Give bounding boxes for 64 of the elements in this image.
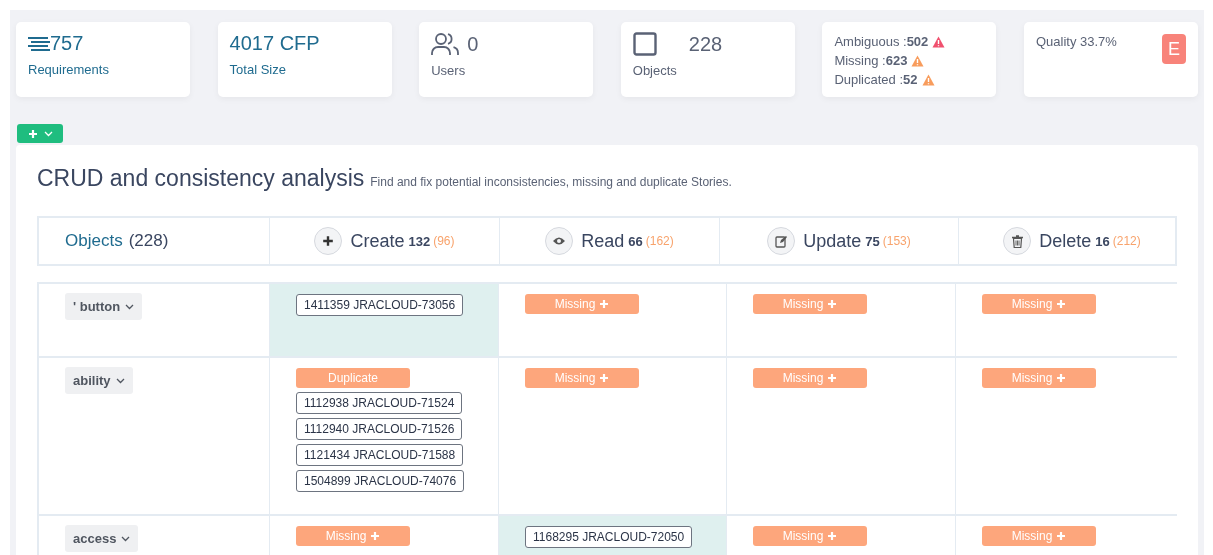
column-count: 66 [628,233,643,249]
edit-icon [767,227,796,255]
chevron-down-icon [121,535,131,542]
warning-icon [911,54,925,67]
object-dropdown[interactable]: access [65,525,139,552]
column-count: 132 [408,233,431,249]
story-tag[interactable]: 1121434 JRACLOUD-71588 [296,444,464,466]
panel-title: CRUD and consistency analysis [37,165,365,192]
plus-icon [827,299,838,309]
plus-icon [827,531,838,541]
plus-icon [1056,531,1067,541]
list-icon [28,35,50,52]
eye-icon [545,227,574,255]
column-count: 16 [1095,233,1110,249]
stat-value: 0 [467,32,479,56]
chevron-down-icon [125,303,135,310]
story-tag[interactable]: 1112938 JRACLOUD-71524 [296,392,463,414]
stat-label: Objects [632,63,678,78]
stat-label: Users [431,63,467,78]
issue-count: Ambiguous :502 [834,33,929,51]
plus-circle-icon [314,227,343,255]
column-title: Update [803,230,862,252]
plus-icon [27,128,38,139]
issue-count: Missing :623 [834,52,908,70]
stat-value: 4017 CFP [229,32,320,55]
plus-icon [1056,373,1067,383]
warning-icon [932,35,946,48]
stat-label: Total Size [229,62,287,77]
story-tag[interactable]: 1168295 JRACLOUD-72050 [525,526,693,548]
add-dropdown-button[interactable] [17,124,63,143]
objects-link[interactable]: Objects [65,231,123,251]
story-tag[interactable]: 1504899 JRACLOUD-74076 [296,470,465,492]
column-title: Read [581,230,625,252]
object-dropdown[interactable]: ability [65,367,133,394]
column-count: 75 [865,233,880,249]
stat-value: 757 [50,32,84,55]
column-title: Create [350,230,405,252]
object-dropdown[interactable]: ' button [65,293,143,320]
column-title: Delete [1039,230,1092,252]
objects-count: (228) [128,231,169,251]
story-tag[interactable]: 1411359 JRACLOUD-73056 [296,294,464,316]
plus-icon [1056,299,1067,309]
chevron-down-icon [43,130,53,137]
trash-icon [1003,227,1032,255]
users-icon [431,32,460,56]
stat-value: 228 [688,32,723,56]
square-icon [632,32,657,56]
issue-count: Duplicated :52 [834,71,918,89]
chevron-down-icon [115,377,125,384]
story-tag[interactable]: 1112940 JRACLOUD-71526 [296,418,463,440]
stat-label: Requirements [28,62,110,77]
column-missing-count: (212) [1112,234,1141,248]
plus-icon [599,299,610,309]
column-missing-count: (96) [433,234,455,248]
column-missing-count: (162) [645,234,674,248]
duplicate-badge: Duplicate [296,368,410,388]
quality-grade: E [1161,34,1186,64]
column-missing-count: (153) [882,234,911,248]
panel-subtitle: Find and fix potential inconsistencies, missing and duplicate Stories. [370,175,732,189]
plus-icon [599,373,610,383]
warning-icon [921,73,935,86]
plus-icon [370,531,381,541]
plus-icon [827,373,838,383]
quality-label: Quality 33.7% [1035,33,1117,51]
